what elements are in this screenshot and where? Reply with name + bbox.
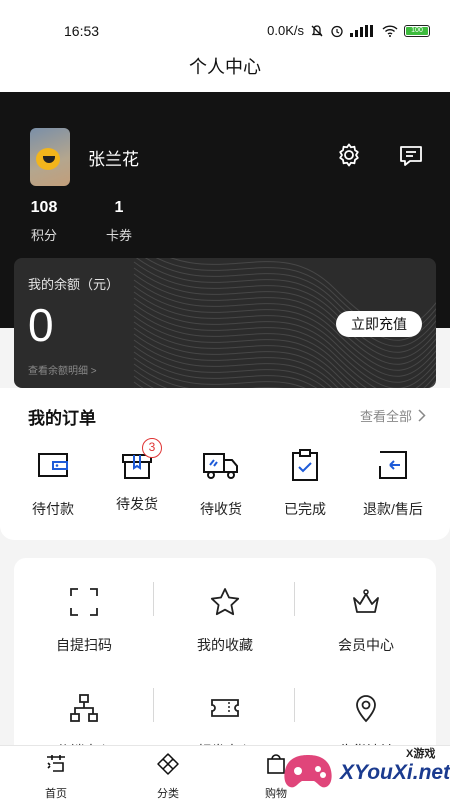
category-icon: [157, 753, 179, 775]
order-label: 退款/售后: [363, 501, 423, 517]
battery-icon: 100: [404, 24, 430, 37]
wallet-icon: [38, 453, 68, 477]
order-pending-receipt[interactable]: 待收货: [181, 448, 261, 519]
crown-icon: [353, 589, 379, 613]
service-label: 自提扫码: [56, 637, 112, 653]
ticket-icon: [211, 699, 239, 717]
orders-view-all-label: 查看全部: [359, 409, 412, 424]
alarm-icon: [331, 25, 343, 37]
orders-section: 我的订单 查看全部 待付款 3 待发货 待收货 已完成 退款/售后: [0, 388, 450, 540]
watermark-small-text: X游戏: [406, 748, 436, 760]
stat-points-label: 积分: [30, 228, 57, 243]
home-logo-icon: [47, 755, 65, 772]
tab-label: 首页: [45, 788, 67, 800]
service-member-center[interactable]: 会员中心: [296, 586, 436, 655]
org-chart-icon: [70, 694, 98, 722]
divider: [294, 688, 295, 722]
order-label: 已完成: [284, 501, 326, 517]
signal-icon: [350, 24, 373, 37]
balance-value: 0: [28, 299, 54, 351]
watermark-brand: XYouXi.net: [340, 761, 450, 784]
truck-icon: [203, 453, 238, 479]
mute-icon: [311, 24, 323, 36]
tab-label: 分类: [157, 788, 179, 800]
service-pickup-scan[interactable]: 自提扫码: [14, 586, 154, 655]
settings-gear-icon[interactable]: [336, 142, 362, 168]
divider: [153, 582, 154, 616]
divider: [294, 582, 295, 616]
message-icon[interactable]: [398, 143, 424, 169]
location-pin-icon: [356, 695, 376, 723]
recharge-button[interactable]: 立即充值: [336, 311, 422, 337]
clipboard-check-icon: [292, 449, 318, 481]
refund-icon: [379, 451, 407, 479]
orders-title: 我的订单: [28, 409, 96, 428]
chevron-right-icon: [418, 409, 426, 422]
user-name[interactable]: 张兰花: [88, 145, 139, 170]
orders-view-all[interactable]: 查看全部: [360, 406, 426, 425]
status-indicators: 0.0K/s 100: [267, 23, 430, 38]
order-refund-aftersale[interactable]: 退款/售后: [353, 448, 433, 519]
order-badge-count: 3: [142, 438, 162, 458]
stat-coupons-value: 1: [114, 199, 124, 216]
balance-label: 我的余额（元）: [28, 277, 120, 292]
balance-detail-link[interactable]: 查看余额明细 >: [28, 362, 97, 377]
status-bar: 16:53 0.0K/s 100: [0, 0, 450, 44]
service-label: 我的收藏: [197, 637, 253, 653]
service-favorites[interactable]: 我的收藏: [155, 586, 295, 655]
tab-home[interactable]: 首页: [26, 752, 86, 800]
avatar[interactable]: [30, 128, 70, 186]
package-icon-wrap: 3: [120, 438, 162, 482]
stat-coupons[interactable]: 1 卡券: [99, 199, 139, 244]
order-pending-payment[interactable]: 待付款: [13, 448, 93, 519]
tab-category[interactable]: 分类: [138, 752, 198, 800]
watermark-logo: X游戏 XYouXi.net: [278, 745, 450, 800]
stat-points[interactable]: 108 积分: [24, 199, 64, 244]
order-pending-shipment[interactable]: 3 待发货: [97, 438, 177, 514]
page-title: 个人中心: [0, 44, 450, 92]
network-speed: 0.0K/s: [267, 23, 304, 38]
status-time: 16:53: [64, 23, 100, 39]
gamepad-logo-icon: [284, 755, 332, 788]
wifi-icon: [382, 24, 398, 37]
stat-coupons-label: 卡券: [105, 228, 132, 243]
scan-icon: [70, 588, 98, 616]
star-icon: [210, 588, 240, 616]
balance-card: 我的余额（元） 0 查看余额明细 > 立即充值: [14, 258, 436, 388]
order-label: 待付款: [32, 501, 74, 517]
service-label: 会员中心: [338, 637, 394, 653]
order-label: 待发货: [116, 496, 158, 512]
wave-line: [133, 369, 168, 388]
divider: [153, 688, 154, 722]
order-label: 待收货: [200, 501, 242, 517]
stat-points-value: 108: [30, 199, 58, 216]
order-completed[interactable]: 已完成: [265, 448, 345, 519]
